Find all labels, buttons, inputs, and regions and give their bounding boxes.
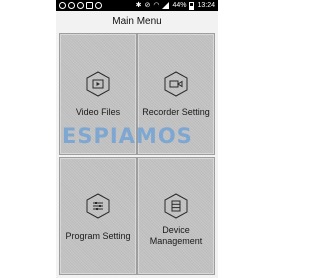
system-icons: ✱ ⊘ ◠ 44% 13:24: [136, 0, 215, 11]
video-file-icon: [86, 71, 110, 97]
notification-icon: [95, 2, 102, 9]
mute-icon: ⊘: [144, 2, 151, 9]
battery-percent: 44%: [172, 2, 187, 9]
mail-icon: [86, 2, 93, 9]
program-setting-label: Program Setting: [65, 231, 131, 241]
settings-sliders-icon: [86, 193, 110, 219]
device-management-label-line2: Management: [149, 236, 203, 246]
video-files-label: Video Files: [75, 107, 121, 117]
skype-icon: [59, 2, 66, 9]
clock: 13:24: [197, 2, 215, 9]
phone-screen: ✱ ⊘ ◠ 44% 13:24 Main Menu Video Files Re…: [56, 0, 218, 278]
chat-icon: [77, 2, 84, 9]
device-management-label: Device Management: [138, 225, 214, 247]
device-management-button[interactable]: Device Management: [137, 157, 215, 275]
signal-icon: [162, 2, 170, 9]
recorder-setting-label: Recorder Setting: [142, 107, 210, 117]
video-files-button[interactable]: Video Files: [59, 33, 137, 155]
camera-icon: [164, 71, 188, 97]
wifi-icon: ◠: [153, 2, 160, 9]
page-title: Main Menu: [112, 16, 162, 27]
status-bar: ✱ ⊘ ◠ 44% 13:24: [56, 0, 218, 11]
program-setting-button[interactable]: Program Setting: [59, 157, 137, 275]
battery-icon: [189, 1, 195, 10]
storage-icon: [164, 193, 188, 219]
whatsapp-icon: [68, 2, 75, 9]
notification-icons: [59, 0, 102, 11]
recorder-setting-button[interactable]: Recorder Setting: [137, 33, 215, 155]
device-management-label-line1: Device: [162, 225, 190, 235]
bluetooth-icon: ✱: [135, 2, 142, 9]
